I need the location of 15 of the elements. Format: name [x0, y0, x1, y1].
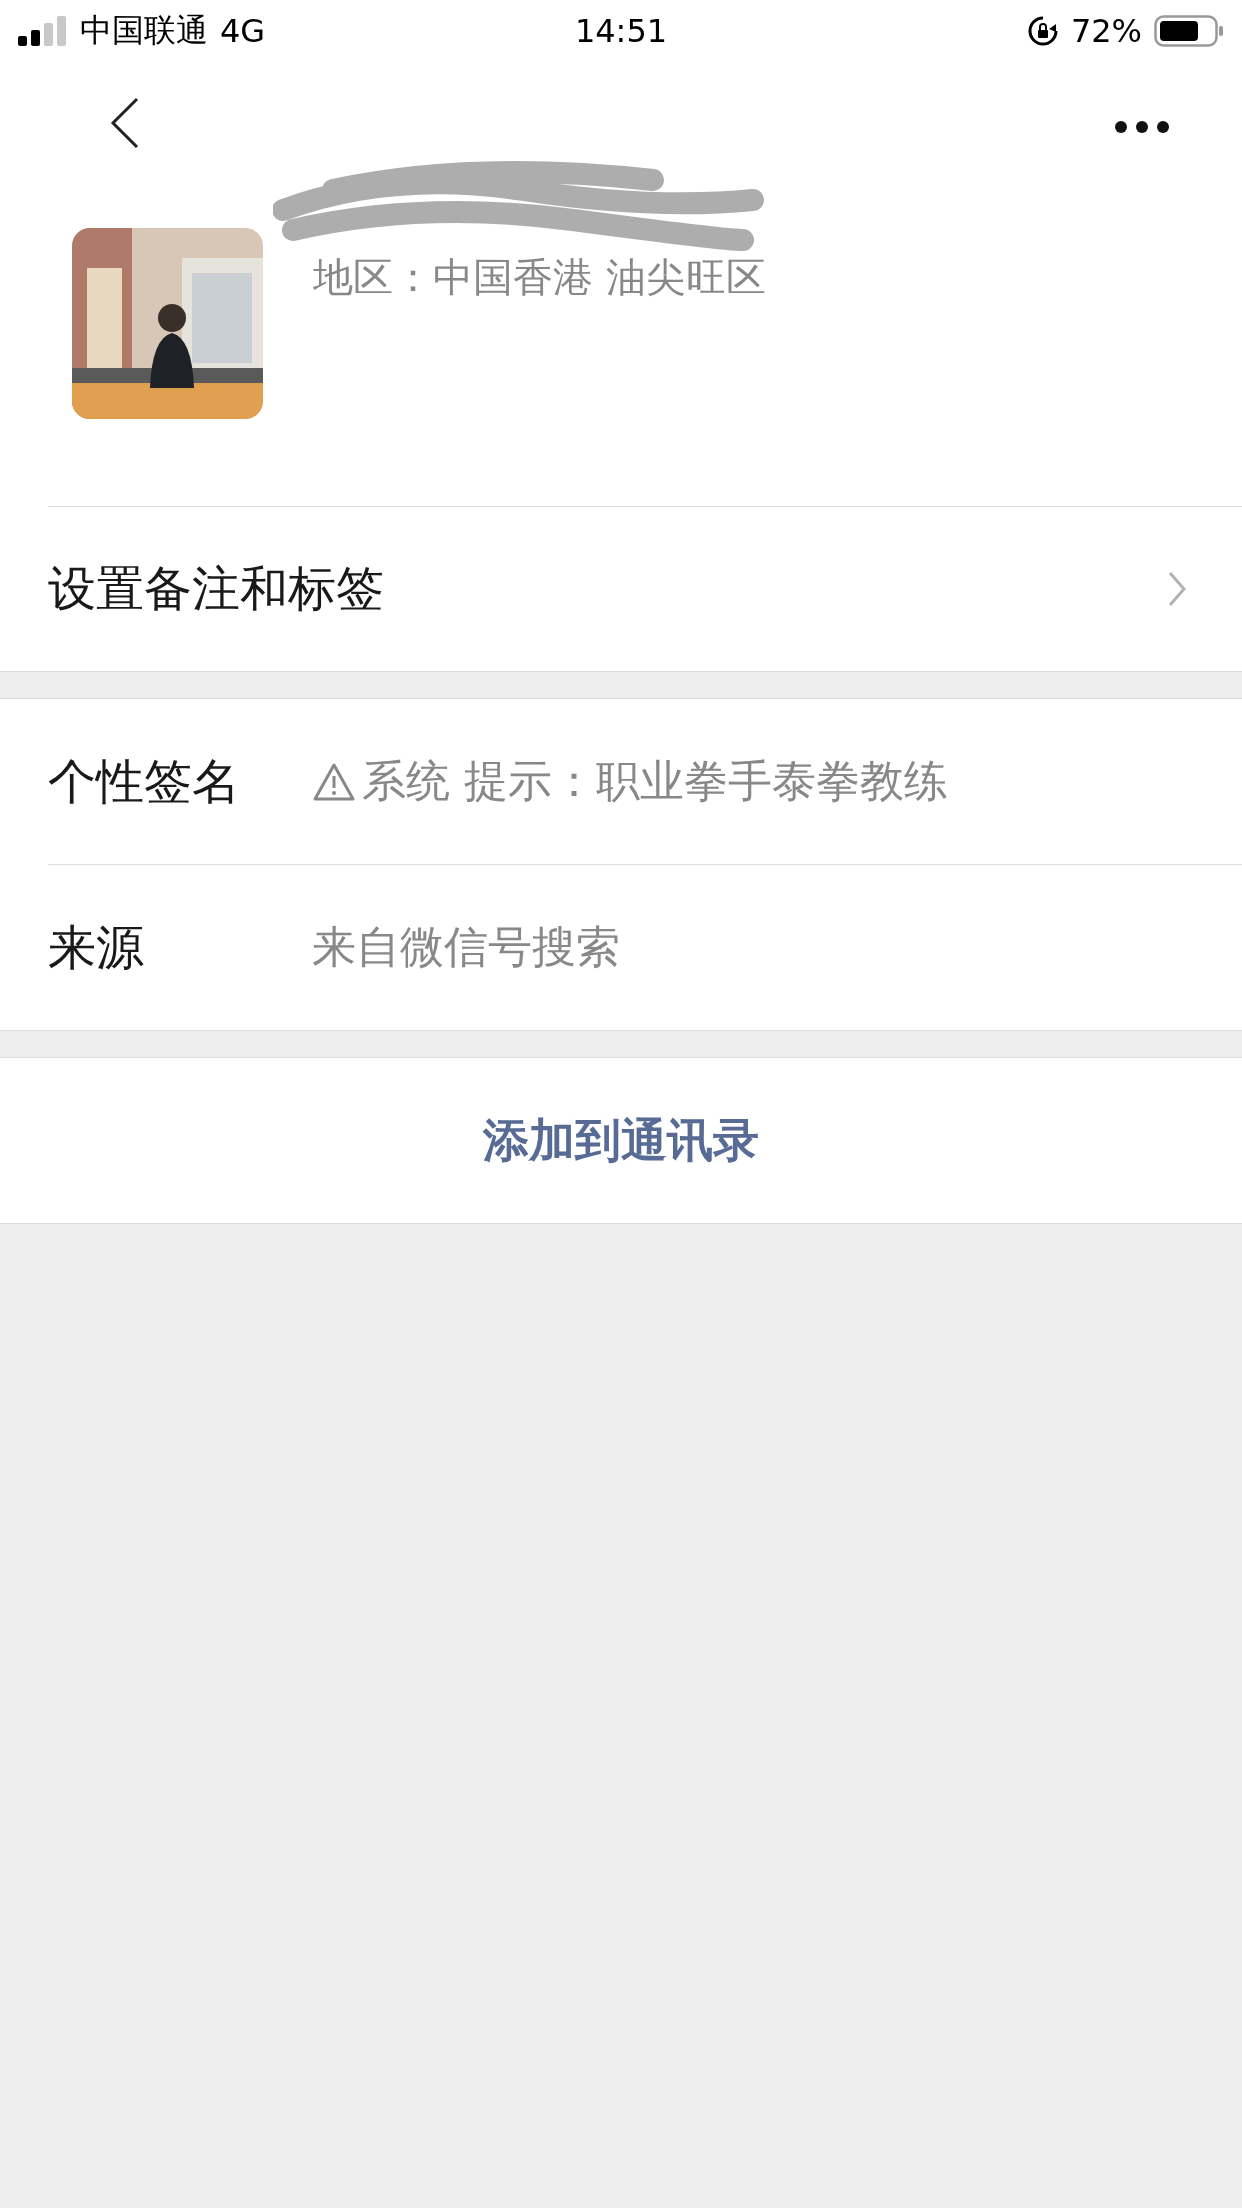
carrier-name: 中国联通	[80, 10, 208, 51]
field-label: 个性签名	[48, 751, 241, 811]
rotation-lock-icon	[1026, 15, 1059, 47]
field-label: 来源	[48, 917, 145, 977]
region-text: 地区：中国香港 油尖旺区	[313, 253, 767, 302]
chevron-icon	[1168, 571, 1186, 607]
signal-icon	[18, 16, 68, 46]
clock-time: 14:51	[574, 12, 668, 50]
field-value: 来自微信号搜索	[312, 920, 620, 974]
more-icon[interactable]	[1114, 120, 1170, 134]
battery-icon	[1154, 15, 1224, 47]
battery-percent: 72%	[1070, 12, 1142, 50]
back-icon[interactable]	[110, 97, 140, 149]
network-type: 4G	[220, 12, 266, 50]
field-value: 系统 提示：职业拳手泰拳教练	[362, 754, 948, 808]
